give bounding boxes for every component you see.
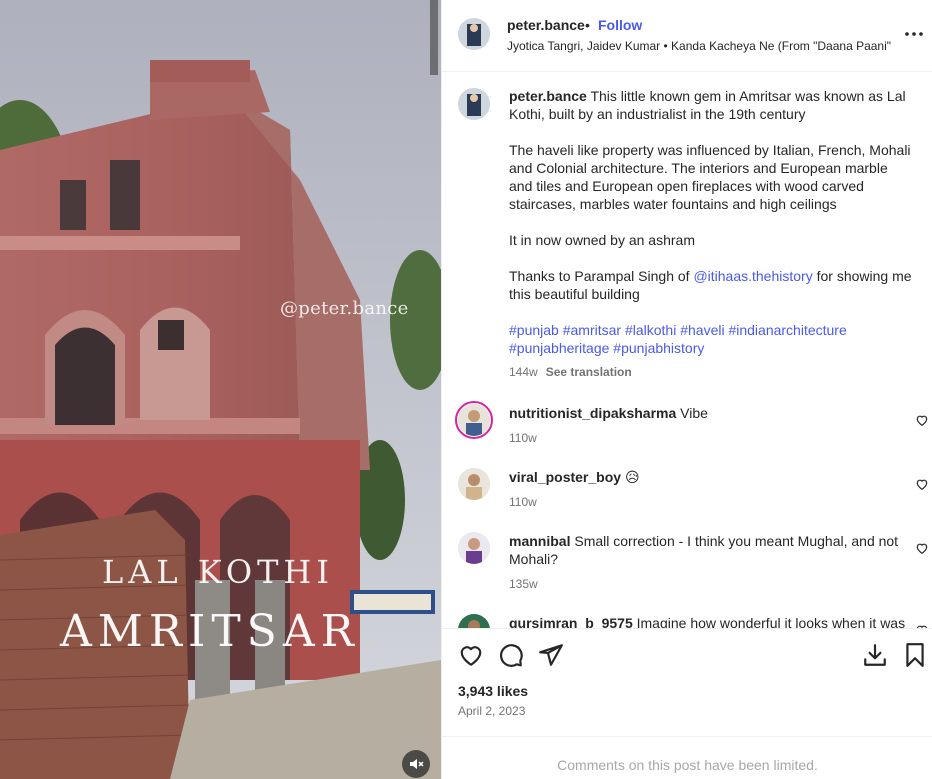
see-translation-button[interactable]: See translation [546,365,632,379]
comment-like-heart-icon[interactable] [915,413,929,427]
commenter-avatar[interactable] [458,404,490,436]
caption-author-avatar[interactable] [458,88,490,120]
video-caption-line2: AMRITSAR [60,606,360,657]
commenter-username-link[interactable]: gursimran_b_9575 [509,615,633,628]
commenter-username-link[interactable]: nutritionist_dipaksharma [509,405,676,421]
post-header: peter.bance • Follow Jyotica Tangri, Jai… [442,0,932,72]
mute-button[interactable] [402,750,430,778]
caption-para2: The haveli like property was influenced … [509,142,911,212]
caption-para3: It in now owned by an ashram [509,232,695,248]
commenter-username-link[interactable]: viral_poster_boy [509,469,621,485]
comment-like-heart-icon[interactable] [915,477,929,491]
watermark-text: @peter.bance [280,298,409,319]
commenter-username-link[interactable]: mannibal [509,533,570,549]
caption-meta: 144w See translation [509,365,632,379]
comment-like-heart-icon[interactable] [915,541,929,555]
comment-text: Vibe [680,405,708,421]
commenter-avatar[interactable] [458,468,490,500]
like-count[interactable]: 3,943 likes [458,683,528,699]
comments-limited-notice: Comments on this post have been limited. [442,736,932,779]
post-details-panel: peter.bance • Follow Jyotica Tangri, Jai… [441,0,932,779]
comment-time: 135w [509,577,538,591]
follow-button[interactable]: Follow [598,17,642,33]
comments-scroll-area[interactable]: peter.bance This little known gem in Amr… [442,73,932,628]
hashtags[interactable]: #punjab #amritsar #lalkothi #haveli #ind… [509,321,914,357]
post-caption: peter.bance This little known gem in Amr… [509,87,914,375]
commenter-avatar[interactable] [458,614,490,628]
comment-text: 😥 [624,469,640,485]
comment-icon[interactable] [498,642,524,668]
caption-para4-before: Thanks to Parampal Singh of [509,268,694,284]
comment-time: 110w [509,431,537,445]
header-separator: • [585,17,590,33]
action-bar [442,628,932,680]
share-icon[interactable] [538,642,564,668]
comment-time: 110w [509,495,537,509]
caption-time: 144w [509,365,538,379]
author-username-link[interactable]: peter.bance [507,17,585,33]
bookmark-icon[interactable] [902,642,928,668]
commenter-avatar[interactable] [458,532,490,564]
more-options-icon[interactable] [904,26,924,42]
mention-link[interactable]: @itihaas.thehistory [693,268,812,284]
audio-track-link[interactable]: Jyotica Tangri, Jaidev Kumar • Kanda Kac… [507,39,892,53]
heart-icon[interactable] [458,642,484,668]
video-frame [0,0,441,779]
reel-video[interactable]: @peter.bance LAL KOTHI AMRITSAR [0,0,441,779]
speaker-muted-icon [410,759,424,769]
download-icon[interactable] [862,642,888,668]
video-caption-line1: LAL KOTHI [102,553,334,591]
author-avatar[interactable] [458,18,490,50]
caption-username-link[interactable]: peter.bance [509,88,587,104]
post-date: April 2, 2023 [458,704,526,718]
comment-text: Imagine how wonderful it looks when it w… [636,615,906,628]
